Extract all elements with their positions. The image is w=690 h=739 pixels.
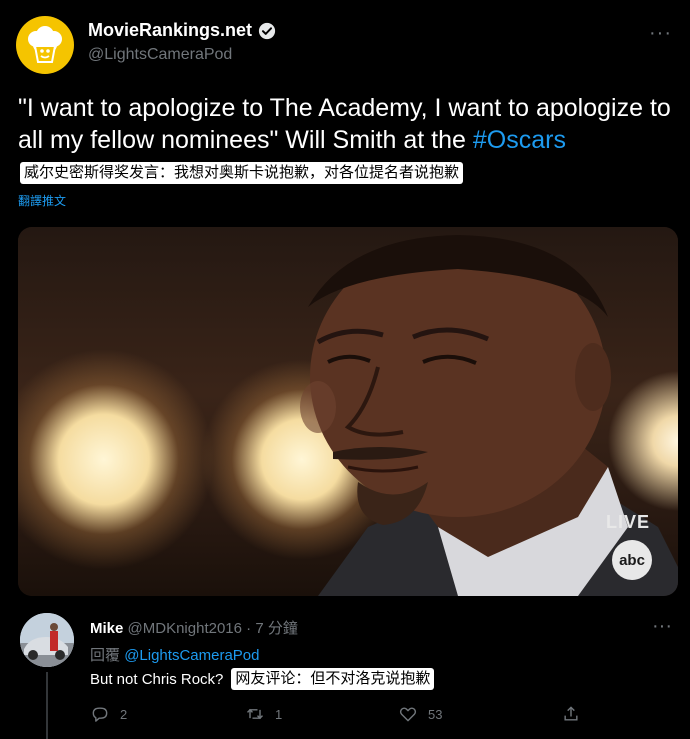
popcorn-icon xyxy=(28,26,62,63)
share-icon xyxy=(564,706,578,721)
reply-count: 2 xyxy=(120,706,128,722)
like-icon xyxy=(399,707,417,722)
retweet-count: 1 xyxy=(275,706,283,722)
tweet-text: "I want to apologize to The Academy, I w… xyxy=(18,92,678,188)
live-badge: LIVE xyxy=(605,512,650,532)
author-handle[interactable]: @LightsCameraPod xyxy=(88,46,232,64)
reply-icon xyxy=(92,707,108,722)
verified-badge-icon xyxy=(258,22,276,39)
thread-line xyxy=(46,672,48,739)
replying-to-mention[interactable]: @LightsCameraPod xyxy=(124,647,259,664)
tweet-card: MovieRankings.net @LightsCameraPod ··· "… xyxy=(0,0,690,739)
retweet-icon xyxy=(246,708,264,720)
replying-to-prefix: 回覆 xyxy=(90,647,121,664)
reply-action[interactable]: 2 xyxy=(90,704,127,724)
like-count: 53 xyxy=(428,706,443,722)
reply-header: Mike @MDKnight2016 · 7 分鐘 xyxy=(90,617,298,638)
more-icon[interactable]: ··· xyxy=(649,22,672,45)
abc-network-logo: abc xyxy=(612,540,652,580)
author-name-row[interactable]: MovieRankings.net xyxy=(88,20,276,41)
translate-tweet-link[interactable]: 翻譯推文 xyxy=(18,192,66,209)
chinese-caption: 威尔史密斯得奖发言：我想对奥斯卡说抱歉，对各位提名者说抱歉 xyxy=(20,162,464,184)
hashtag-link[interactable]: #Oscars xyxy=(473,126,566,154)
reply-timestamp[interactable]: 7 分鐘 xyxy=(255,620,298,637)
replying-to-line: 回覆 @LightsCameraPod xyxy=(90,644,259,665)
like-action[interactable]: 53 xyxy=(398,704,442,724)
reply-more-icon[interactable]: ··· xyxy=(652,615,672,638)
reply-text-row: But not Chris Rock? 网友评论：但不对洛克说抱歉 xyxy=(90,668,435,690)
retweet-action[interactable]: 1 xyxy=(245,704,282,724)
reply-text: But not Chris Rock? xyxy=(90,670,224,688)
author-avatar[interactable] xyxy=(16,16,74,74)
share-action[interactable] xyxy=(561,704,581,724)
tweet-media-image[interactable]: LIVE abc xyxy=(18,227,678,596)
reply-separator: · xyxy=(246,620,252,637)
reply-author-handle[interactable]: @MDKnight2016 xyxy=(128,620,242,637)
reply-author-name[interactable]: Mike xyxy=(90,620,123,637)
reply-chinese-caption: 网友评论：但不对洛克说抱歉 xyxy=(231,668,435,690)
tweet-text-body: "I want to apologize to The Academy, I w… xyxy=(18,94,671,154)
author-name[interactable]: MovieRankings.net xyxy=(88,20,252,41)
reply-author-avatar[interactable] xyxy=(20,613,74,667)
person-photo-illustration xyxy=(300,235,678,596)
avatar-photo-illustration xyxy=(20,613,74,667)
